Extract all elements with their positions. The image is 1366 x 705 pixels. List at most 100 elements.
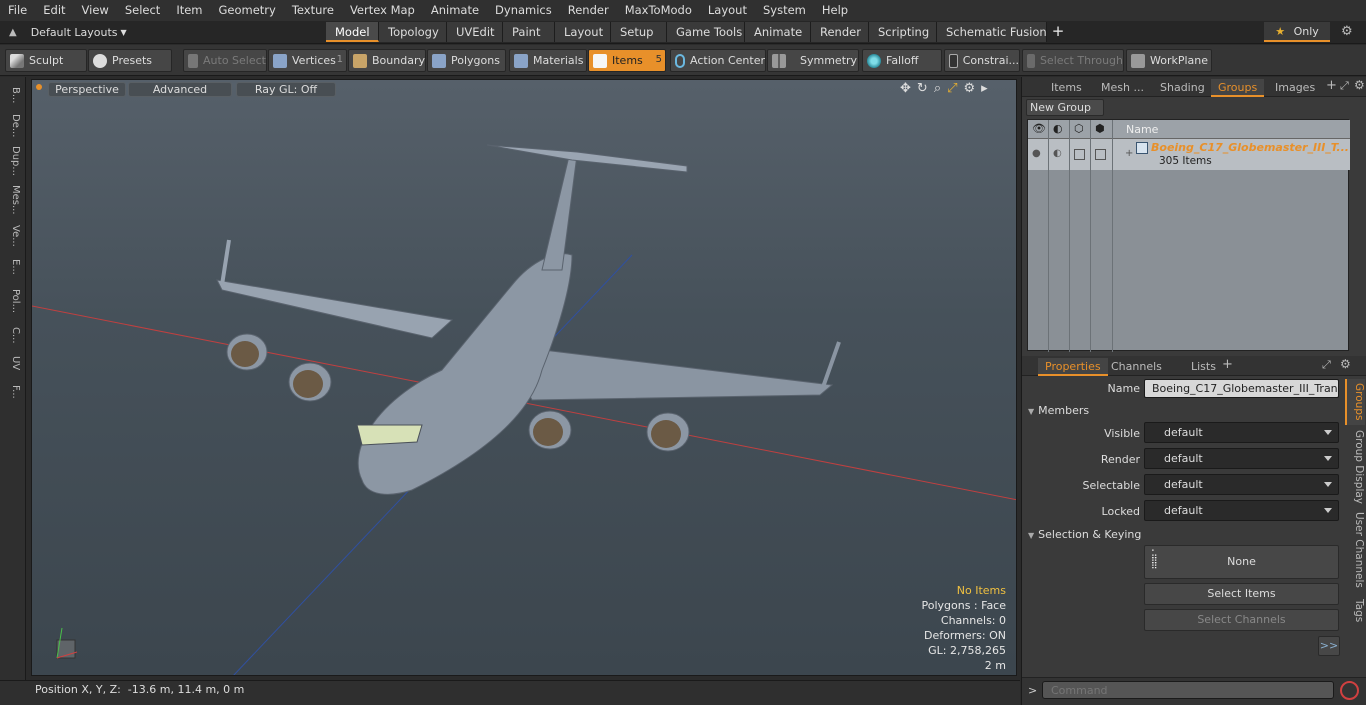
- tab-game-tools[interactable]: Game Tools: [667, 22, 745, 42]
- menu-item[interactable]: Item: [168, 0, 210, 21]
- left-tab-basic[interactable]: B...: [3, 83, 21, 107]
- add-tab-icon[interactable]: +: [1222, 357, 1233, 372]
- menu-edit[interactable]: Edit: [35, 0, 73, 21]
- auto-select-button[interactable]: Auto Select: [183, 49, 267, 72]
- eye-icon[interactable]: 👁: [1032, 122, 1046, 135]
- viewport-menu-dot[interactable]: [36, 84, 42, 90]
- left-tab-mesh-edit[interactable]: Mes...: [3, 183, 21, 217]
- tab-schematic-fusion[interactable]: Schematic Fusion: [937, 22, 1047, 42]
- list-scrollbar[interactable]: [1352, 119, 1363, 351]
- tab-paint[interactable]: Paint: [503, 22, 555, 42]
- menu-texture[interactable]: Texture: [284, 0, 342, 21]
- render-icon[interactable]: ◐: [1053, 122, 1063, 135]
- visible-dropdown[interactable]: default: [1144, 422, 1339, 443]
- none-button[interactable]: ⠂ ⠶ ⠿ ⠿ None: [1144, 545, 1339, 579]
- tab-scripting[interactable]: Scripting: [869, 22, 937, 42]
- tab-animate[interactable]: Animate: [745, 22, 811, 42]
- aircraft-model[interactable]: [216, 144, 841, 495]
- more-button[interactable]: >>: [1318, 636, 1340, 656]
- row-eye-icon[interactable]: ●: [1032, 148, 1041, 159]
- select-through-button[interactable]: Select Through: [1022, 49, 1124, 72]
- command-input[interactable]: [1042, 681, 1334, 699]
- left-tab-fusion[interactable]: F...: [3, 379, 21, 405]
- side-tab-groups[interactable]: Groups: [1345, 379, 1365, 425]
- select-icon[interactable]: ⬢: [1095, 122, 1105, 135]
- left-tab-polygon[interactable]: Pol...: [3, 285, 21, 317]
- sculpt-button[interactable]: Sculpt: [5, 49, 87, 72]
- side-tab-user-channels[interactable]: User Channels: [1345, 511, 1365, 589]
- name-field[interactable]: Boeing_C17_Globemaster_III_Transpo: [1144, 379, 1339, 398]
- advanced-button[interactable]: Advanced: [128, 82, 232, 97]
- tab-channels[interactable]: Channels: [1104, 358, 1169, 376]
- boundary-button[interactable]: Boundary: [348, 49, 426, 72]
- tab-uvedit[interactable]: UVEdit: [447, 22, 503, 42]
- items-button[interactable]: Items 5: [588, 49, 666, 72]
- menu-vertex-map[interactable]: Vertex Map: [342, 0, 423, 21]
- raygl-button[interactable]: Ray GL: Off: [236, 82, 336, 97]
- tab-mesh[interactable]: Mesh ...: [1094, 79, 1151, 97]
- only-toggle[interactable]: ★ Only: [1264, 22, 1330, 42]
- tab-lists[interactable]: Lists: [1184, 358, 1223, 376]
- tab-items[interactable]: Items: [1044, 79, 1089, 97]
- tab-shading[interactable]: Shading: [1153, 79, 1212, 97]
- panel-gear-icon[interactable]: ⚙: [1354, 78, 1365, 92]
- action-center-button[interactable]: Action Center: [670, 49, 766, 72]
- tab-render[interactable]: Render: [811, 22, 869, 42]
- menu-animate[interactable]: Animate: [423, 0, 487, 21]
- tab-layout[interactable]: Layout: [555, 22, 611, 42]
- viewport-more-icon[interactable]: ▸: [981, 81, 988, 96]
- select-items-button[interactable]: Select Items: [1144, 583, 1339, 605]
- group-row[interactable]: ● ◐ + Boeing_C17_Globemaster_III_T... 30…: [1028, 139, 1350, 170]
- 3d-viewport[interactable]: Perspective Advanced Ray GL: Off ✥ ↻ ⌕ ⤢…: [31, 79, 1017, 676]
- menu-maxtomodo[interactable]: MaxToModo: [617, 0, 700, 21]
- menu-file[interactable]: File: [0, 0, 35, 21]
- select-channels-button[interactable]: Select Channels: [1144, 609, 1339, 631]
- expand-icon[interactable]: ⤢: [1322, 358, 1331, 372]
- expand-icon[interactable]: ⤢: [1340, 79, 1349, 93]
- menu-help[interactable]: Help: [814, 0, 856, 21]
- maximize-view-icon[interactable]: ⤢: [947, 81, 957, 96]
- row-select-checkbox[interactable]: [1095, 149, 1106, 160]
- render-dropdown[interactable]: default: [1144, 448, 1339, 469]
- rotate-view-icon[interactable]: ↻: [917, 81, 928, 96]
- locked-dropdown[interactable]: default: [1144, 500, 1339, 521]
- left-tab-curve[interactable]: C...: [3, 323, 21, 347]
- group-list[interactable]: 👁 ◐ ⬡ ⬢ Name ● ◐ + Boeing_C17_Globemaste…: [1027, 119, 1350, 352]
- zoom-view-icon[interactable]: ⌕: [934, 81, 941, 96]
- presets-button[interactable]: Presets: [88, 49, 172, 72]
- members-header[interactable]: ▼ Members: [1028, 404, 1089, 417]
- left-tab-deform[interactable]: De...: [3, 113, 21, 139]
- workplane-button[interactable]: WorkPlane: [1126, 49, 1212, 72]
- gear-icon[interactable]: ⚙: [1341, 24, 1353, 39]
- expand-plus-icon[interactable]: +: [1125, 148, 1133, 159]
- menu-layout[interactable]: Layout: [700, 0, 755, 21]
- menu-view[interactable]: View: [74, 0, 117, 21]
- move-view-icon[interactable]: ✥: [900, 81, 911, 96]
- menu-render[interactable]: Render: [560, 0, 617, 21]
- new-group-button[interactable]: New Group: [1026, 99, 1104, 116]
- menu-select[interactable]: Select: [117, 0, 168, 21]
- polygons-button[interactable]: Polygons: [427, 49, 506, 72]
- left-tab-uv[interactable]: UV: [3, 353, 21, 373]
- perspective-button[interactable]: Perspective: [48, 82, 126, 97]
- viewport-gear-icon[interactable]: ⚙: [964, 81, 976, 96]
- menu-geometry[interactable]: Geometry: [211, 0, 284, 21]
- row-render-icon[interactable]: ◐: [1053, 148, 1062, 159]
- add-tab-icon[interactable]: +: [1326, 78, 1337, 93]
- tab-groups[interactable]: Groups: [1211, 79, 1265, 97]
- record-icon[interactable]: [1340, 681, 1359, 700]
- selection-keying-header[interactable]: ▼ Selection & Keying: [1028, 528, 1141, 541]
- tab-images[interactable]: Images: [1268, 79, 1322, 97]
- menu-dynamics[interactable]: Dynamics: [487, 0, 560, 21]
- tab-topology[interactable]: Topology: [379, 22, 447, 42]
- tab-properties[interactable]: Properties: [1038, 358, 1108, 376]
- materials-button[interactable]: Materials: [509, 49, 587, 72]
- left-tab-edge[interactable]: E...: [3, 255, 21, 279]
- symmetry-button[interactable]: Symmetry: [767, 49, 859, 72]
- add-tab-icon[interactable]: +: [1047, 22, 1069, 42]
- tab-setup[interactable]: Setup: [611, 22, 667, 42]
- side-tab-group-display[interactable]: Group Display: [1345, 429, 1365, 505]
- menu-system[interactable]: System: [755, 0, 814, 21]
- row-lock-checkbox[interactable]: [1074, 149, 1085, 160]
- constraints-button[interactable]: Constrai...: [944, 49, 1020, 72]
